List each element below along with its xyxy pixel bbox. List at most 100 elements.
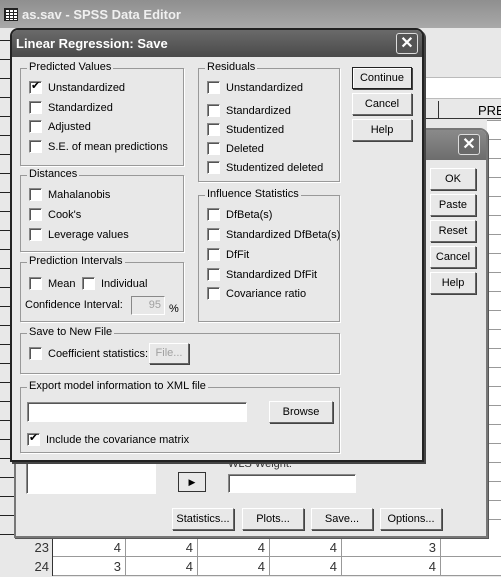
browse-button[interactable]: Browse — [269, 401, 333, 423]
checkbox[interactable] — [207, 104, 220, 117]
checkbox-label: Covariance ratio — [226, 287, 307, 300]
variable-list[interactable] — [26, 462, 156, 494]
predicted-values-group: Predicted Values Unstandardized Standard… — [20, 61, 184, 166]
checkbox[interactable] — [29, 277, 42, 290]
group-label: Residuals — [205, 61, 258, 73]
table-cell[interactable]: 3 — [54, 557, 126, 576]
table-cell[interactable]: 3 — [342, 538, 441, 557]
paste-button[interactable]: Paste — [430, 194, 476, 216]
checkbox-label: DfFit — [226, 248, 250, 261]
cooks-checkbox[interactable]: Cook's — [29, 208, 81, 221]
group-label: Influence Statistics — [205, 188, 301, 200]
table-row: 23 4 4 4 4 3 — [0, 538, 501, 557]
options-button[interactable]: Options... — [380, 508, 442, 530]
checkbox[interactable] — [27, 431, 40, 446]
checkbox-label: Deleted — [226, 142, 264, 155]
covariance-ratio-checkbox[interactable]: Covariance ratio — [207, 287, 306, 300]
checkbox[interactable] — [29, 347, 42, 360]
checkbox[interactable] — [29, 140, 42, 153]
cancel-button[interactable]: Cancel — [352, 93, 412, 115]
close-icon[interactable]: ✕ — [396, 33, 418, 54]
checkbox-label: Standardized — [226, 104, 291, 117]
table-cell[interactable]: 4 — [198, 557, 270, 576]
arrow-right-icon: ▶ — [188, 477, 196, 487]
linear-regression-save-dialog: Linear Regression: Save ✕ Predicted Valu… — [10, 28, 424, 462]
row-number[interactable]: 24 — [0, 557, 53, 576]
row-number[interactable]: 23 — [0, 538, 53, 557]
checkbox[interactable] — [207, 287, 220, 300]
reset-button[interactable]: Reset — [430, 220, 476, 242]
checkbox[interactable] — [29, 228, 42, 241]
checkbox[interactable] — [207, 161, 220, 174]
checkbox-label: Unstandardized — [226, 81, 304, 94]
residual-standardized-checkbox[interactable]: Standardized — [207, 104, 291, 117]
standardized-dffit-checkbox[interactable]: Standardized DfFit — [207, 268, 317, 281]
statistics-button[interactable]: Statistics... — [172, 508, 234, 530]
standardized-dfbeta-checkbox[interactable]: Standardized DfBeta(s) — [207, 228, 340, 241]
predicted-adjusted-checkbox[interactable]: Adjusted — [29, 120, 91, 133]
predicted-standardized-checkbox[interactable]: Standardized — [29, 101, 113, 114]
checkbox[interactable] — [29, 188, 42, 201]
table-cell[interactable]: 4 — [270, 557, 342, 576]
residual-studentized-checkbox[interactable]: Studentized — [207, 123, 284, 136]
cancel-button[interactable]: Cancel — [430, 246, 476, 268]
plots-button[interactable]: Plots... — [242, 508, 304, 530]
dffit-checkbox[interactable]: DfFit — [207, 248, 249, 261]
residual-deleted-checkbox[interactable]: Deleted — [207, 142, 264, 155]
table-cell[interactable]: 4 — [342, 557, 441, 576]
table-cell[interactable]: 4 — [270, 538, 342, 557]
close-icon[interactable]: ✕ — [458, 134, 480, 155]
save-button[interactable]: Save... — [311, 508, 373, 530]
checkbox[interactable] — [207, 208, 220, 221]
checkbox-label: Standardized — [48, 101, 113, 114]
predicted-unstandardized-checkbox[interactable]: Unstandardized — [29, 79, 126, 94]
move-variable-button[interactable]: ▶ — [178, 472, 206, 492]
group-label: Prediction Intervals — [27, 255, 125, 267]
help-button[interactable]: Help — [430, 272, 476, 294]
checkbox-label: Individual — [101, 277, 148, 290]
checkbox[interactable] — [207, 81, 220, 94]
checkbox[interactable] — [29, 208, 42, 221]
predicted-se-mean-checkbox[interactable]: S.E. of mean predictions — [29, 140, 168, 153]
influence-statistics-group: Influence Statistics DfBeta(s) Standardi… — [198, 188, 340, 322]
table-cell[interactable]: 4 — [126, 538, 198, 557]
coefficient-statistics-checkbox[interactable]: Coefficient statistics: — [29, 347, 148, 360]
table-cell[interactable]: 4 — [198, 538, 270, 557]
checkbox[interactable] — [29, 79, 42, 94]
mean-interval-checkbox[interactable]: Mean — [29, 277, 76, 290]
checkbox[interactable] — [207, 228, 220, 241]
checkbox-label: Unstandardized — [48, 81, 126, 94]
group-label: Export model information to XML file — [27, 380, 208, 392]
checkbox[interactable] — [29, 120, 42, 133]
checkbox[interactable] — [207, 142, 220, 155]
export-xml-group: Export model information to XML file Bro… — [20, 380, 340, 453]
mahalanobis-checkbox[interactable]: Mahalanobis — [29, 188, 110, 201]
prediction-intervals-group: Prediction Intervals Mean Individual Con… — [20, 255, 184, 322]
checkbox-label: Adjusted — [48, 120, 91, 133]
checkbox-label: DfBeta(s) — [226, 208, 273, 221]
data-grid: 23 4 4 4 4 3 24 3 4 4 4 4 — [0, 538, 501, 576]
file-button[interactable]: File... — [149, 343, 189, 364]
help-button[interactable]: Help — [352, 119, 412, 141]
continue-button[interactable]: Continue — [352, 67, 412, 89]
dfbeta-checkbox[interactable]: DfBeta(s) — [207, 208, 272, 221]
checkbox[interactable] — [207, 123, 220, 136]
residual-studentized-deleted-checkbox[interactable]: Studentized deleted — [207, 161, 323, 174]
xml-file-path-input[interactable] — [27, 402, 247, 422]
table-cell[interactable]: 4 — [54, 538, 126, 557]
table-cell[interactable]: 4 — [126, 557, 198, 576]
checkbox[interactable] — [207, 268, 220, 281]
ok-button[interactable]: OK — [430, 168, 476, 190]
checkbox[interactable] — [207, 248, 220, 261]
column-header[interactable]: PRE — [478, 103, 501, 118]
group-label: Distances — [27, 168, 80, 180]
include-covariance-checkbox[interactable]: Include the covariance matrix — [27, 431, 189, 446]
wls-weight-field[interactable] — [228, 474, 356, 493]
checkbox[interactable] — [82, 277, 95, 290]
confidence-interval-field[interactable]: 95 — [131, 296, 165, 315]
individual-interval-checkbox[interactable]: Individual — [82, 277, 147, 290]
residual-unstandardized-checkbox[interactable]: Unstandardized — [207, 81, 303, 94]
checkbox[interactable] — [29, 101, 42, 114]
leverage-checkbox[interactable]: Leverage values — [29, 228, 129, 241]
group-label: Save to New File — [27, 326, 115, 338]
